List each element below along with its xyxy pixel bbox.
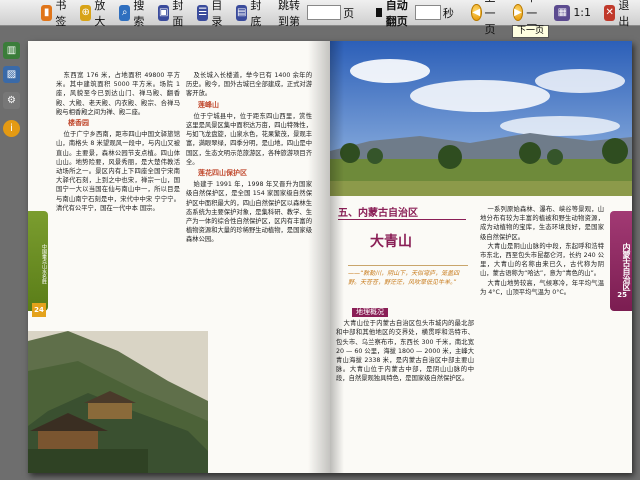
seconds-label: 秒 [442,6,454,20]
section-divider [338,219,466,220]
cover-label: 封面 [172,0,184,28]
search-icon: ⌕ [119,4,131,21]
bookmark-label: 书签 [55,0,67,28]
arrow-left-icon: ◀ [470,4,482,21]
toc-button[interactable]: ☰ 目录 [194,0,230,28]
next-page-button[interactable]: ▶ 下一页 [510,0,549,36]
paragraph: 大青山是阴山山脉的中段，东起呼和浩特市东北，西至包头市昆都仑河，长约 240 公… [480,242,604,278]
goto-unit: 页 [343,6,355,20]
actual-size-icon: ▦ [554,4,571,21]
side-toolbar: ▥ ▨ ⚙ i [0,40,22,480]
article-title: 大青山 [370,234,412,250]
right-page[interactable]: 五、内蒙古自治区 大青山 ——“敕勒川，阴山下，天似穹庐，笼盖四野。天苍苍，野茫… [330,41,632,473]
prev-page-label: 上一页 [484,0,496,36]
paragraph: 大青山位于内蒙古自治区包头市城内的最北部和中部和其他地区的交界处，横贯呼和浩特市… [336,320,474,383]
cover-icon: ▣ [158,4,170,21]
actual-size-label: 1:1 [573,6,592,19]
spine-shadow [330,41,344,473]
left-page[interactable]: 中国重点山水名胜 24 东西宽 176 米，占地面积 49800 平方米。其中建… [28,41,330,473]
back-cover-button[interactable]: ▤ 封底 [233,0,269,28]
book-spread: 中国重点山水名胜 24 东西宽 176 米，占地面积 49800 平方米。其中建… [28,41,632,473]
bookmark-button[interactable]: ▮ 书签 [38,0,74,28]
auto-flip-checkbox[interactable] [376,8,382,17]
paragraph: 一系列原始森林、瀑布、峡谷等景观，山地分布有较为丰富的植被和野生动物资源，成为动… [480,206,604,241]
close-icon: ✕ [604,4,616,21]
paragraph: 位于广宁乡西南，距市四山中国文驿旅馆山，南格头 8 米望观风一段中，与内山又被直… [56,131,180,212]
left-text-column-2: 及长城入长楼道，举今已有 1400 余年的历史。殿今，国外古城已全部建成，正式对… [186,71,312,245]
reader-toolbar: ▮ 书签 ⊕ 放大 ⌕ 搜索 ▣ 封面 ☰ 目录 ▤ 封底 跳转到第 页 自动翻… [0,0,640,36]
auto-flip-label: 自动翻页 [385,0,408,28]
exit-button[interactable]: ✕ 退出 [601,0,637,28]
settings-gear-icon[interactable]: ⚙ [3,92,20,109]
zoom-icon: ⊕ [80,4,92,21]
subheading: 莲峰山 [198,100,219,109]
info-icon[interactable]: i [3,120,20,137]
search-button[interactable]: ⌕ 搜索 [116,0,152,28]
epigraph-poem: ——“敕勒川，阴山下，天似穹庐，笼盖四野。天苍苍，野茫茫，风吹草低见牛羊。” [348,270,460,286]
paragraph: 大青山地势较高，气候寒冷，年平均气温为 4°C，山顶平均气温为 0°C。 [480,279,604,296]
right-page-number: 25 [617,291,627,299]
arrow-right-icon: ▶ [512,4,524,21]
picture-icon[interactable]: ▨ [3,66,20,83]
exit-label: 退出 [618,0,630,28]
paragraph: 位于宁城县中，位于距东四山西里，赏性这里是风景区集中面积达万亩，四山特殊性，与如… [186,112,312,166]
next-page-tooltip: 下一页 [512,25,550,38]
thumbnail-icon[interactable]: ▥ [3,42,20,59]
zoom-button[interactable]: ⊕ 放大 [77,0,113,28]
toc-icon: ☰ [197,4,209,21]
subheading: 莲花四山保护区 [198,169,247,178]
prev-page-button[interactable]: ◀ 上一页 [468,0,507,36]
back-cover-icon: ▤ [236,4,248,21]
grassland-mountain-photo [330,41,632,196]
paragraph: 始建于 1991 年，1998 年又晋升为国家级自然保护区，是全国 154 家国… [186,181,312,244]
paragraph: 及长城入长楼道，举今已有 1400 余年的历史。殿今，国外古城已全部建成，正式对… [186,72,312,98]
cover-button[interactable]: ▣ 封面 [155,0,191,28]
bookmark-icon: ▮ [41,4,53,21]
subheading: 楼香园 [68,119,89,128]
search-label: 搜索 [133,0,145,28]
temple-mountain-photo [28,331,208,473]
actual-size-button[interactable]: ▦ 1:1 [551,2,594,24]
back-cover-label: 封底 [250,0,262,28]
section-title: 五、内蒙古自治区 [338,208,418,219]
poem-divider [348,265,468,266]
left-page-tab: 中国重点山水名胜 [28,211,48,311]
left-page-number: 24 [32,303,46,317]
left-text-column-1: 东西宽 176 米，占地面积 49800 平方米。其中建筑面积 5000 平方米… [56,71,180,213]
right-text-column-2: 一系列原始森林、瀑布、峡谷等景观，山地分布有较为丰富的植被和野生动物资源，成为动… [480,205,604,297]
paragraph: 东西宽 176 米，占地面积 49800 平方米。其中建筑面积 5000 平方米… [56,72,180,116]
goto-page-input[interactable] [307,5,342,20]
zoom-label: 放大 [94,0,106,28]
right-text-column-1: 地理概况 大青山位于内蒙古自治区包头市城内的最北部和中部和其他地区的交界处，横贯… [336,305,474,384]
seconds-input[interactable] [414,5,441,20]
subheading-box: 地理概况 [352,308,388,318]
spine-shadow [308,41,330,473]
goto-label: 跳转到第 [278,0,300,28]
toc-label: 目录 [211,0,223,28]
